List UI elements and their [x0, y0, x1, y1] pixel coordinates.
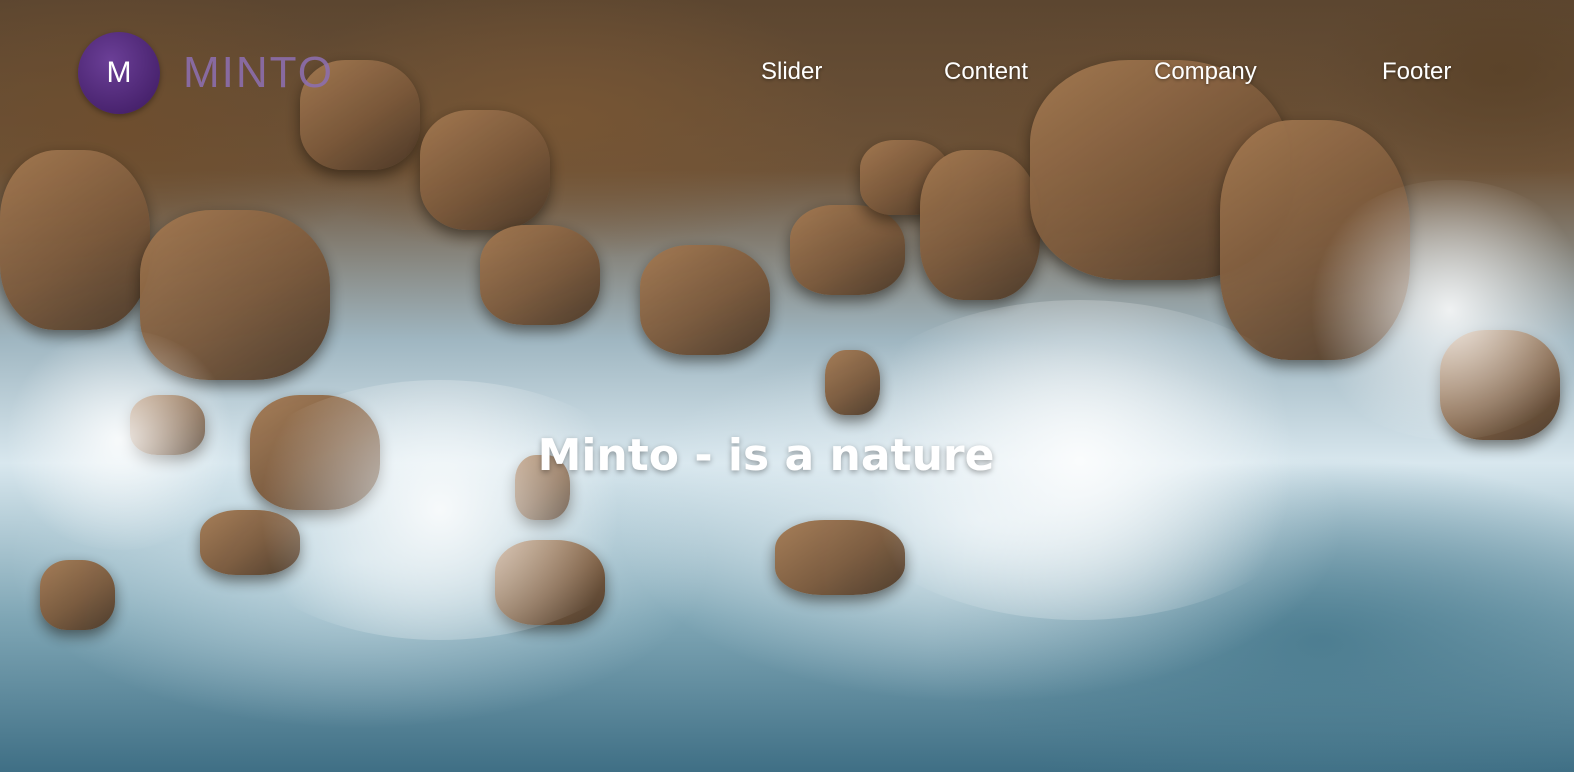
rock-shape: [640, 245, 770, 355]
logo-letter: M: [106, 56, 132, 89]
brand-name[interactable]: MINTO: [183, 48, 334, 98]
rock-shape: [790, 205, 905, 295]
nav-link-content[interactable]: Content: [944, 58, 1028, 86]
nav-link-slider[interactable]: Slider: [761, 58, 822, 86]
rock-shape: [0, 150, 150, 330]
rock-shape: [40, 560, 115, 630]
hero-background-image: M MINTO Slider Content Company Footer Mi…: [0, 0, 1574, 772]
rock-shape: [480, 225, 600, 325]
nav-link-footer[interactable]: Footer: [1382, 58, 1451, 86]
nav-link-company[interactable]: Company: [1154, 58, 1257, 86]
hero-headline: Minto - is a nature: [537, 430, 995, 481]
foam-shape: [1300, 180, 1574, 440]
foam-shape: [220, 380, 660, 640]
logo-circle-icon[interactable]: M: [78, 32, 160, 114]
rock-shape: [920, 150, 1040, 300]
top-navigation: M MINTO Slider Content Company Footer: [0, 0, 1574, 150]
